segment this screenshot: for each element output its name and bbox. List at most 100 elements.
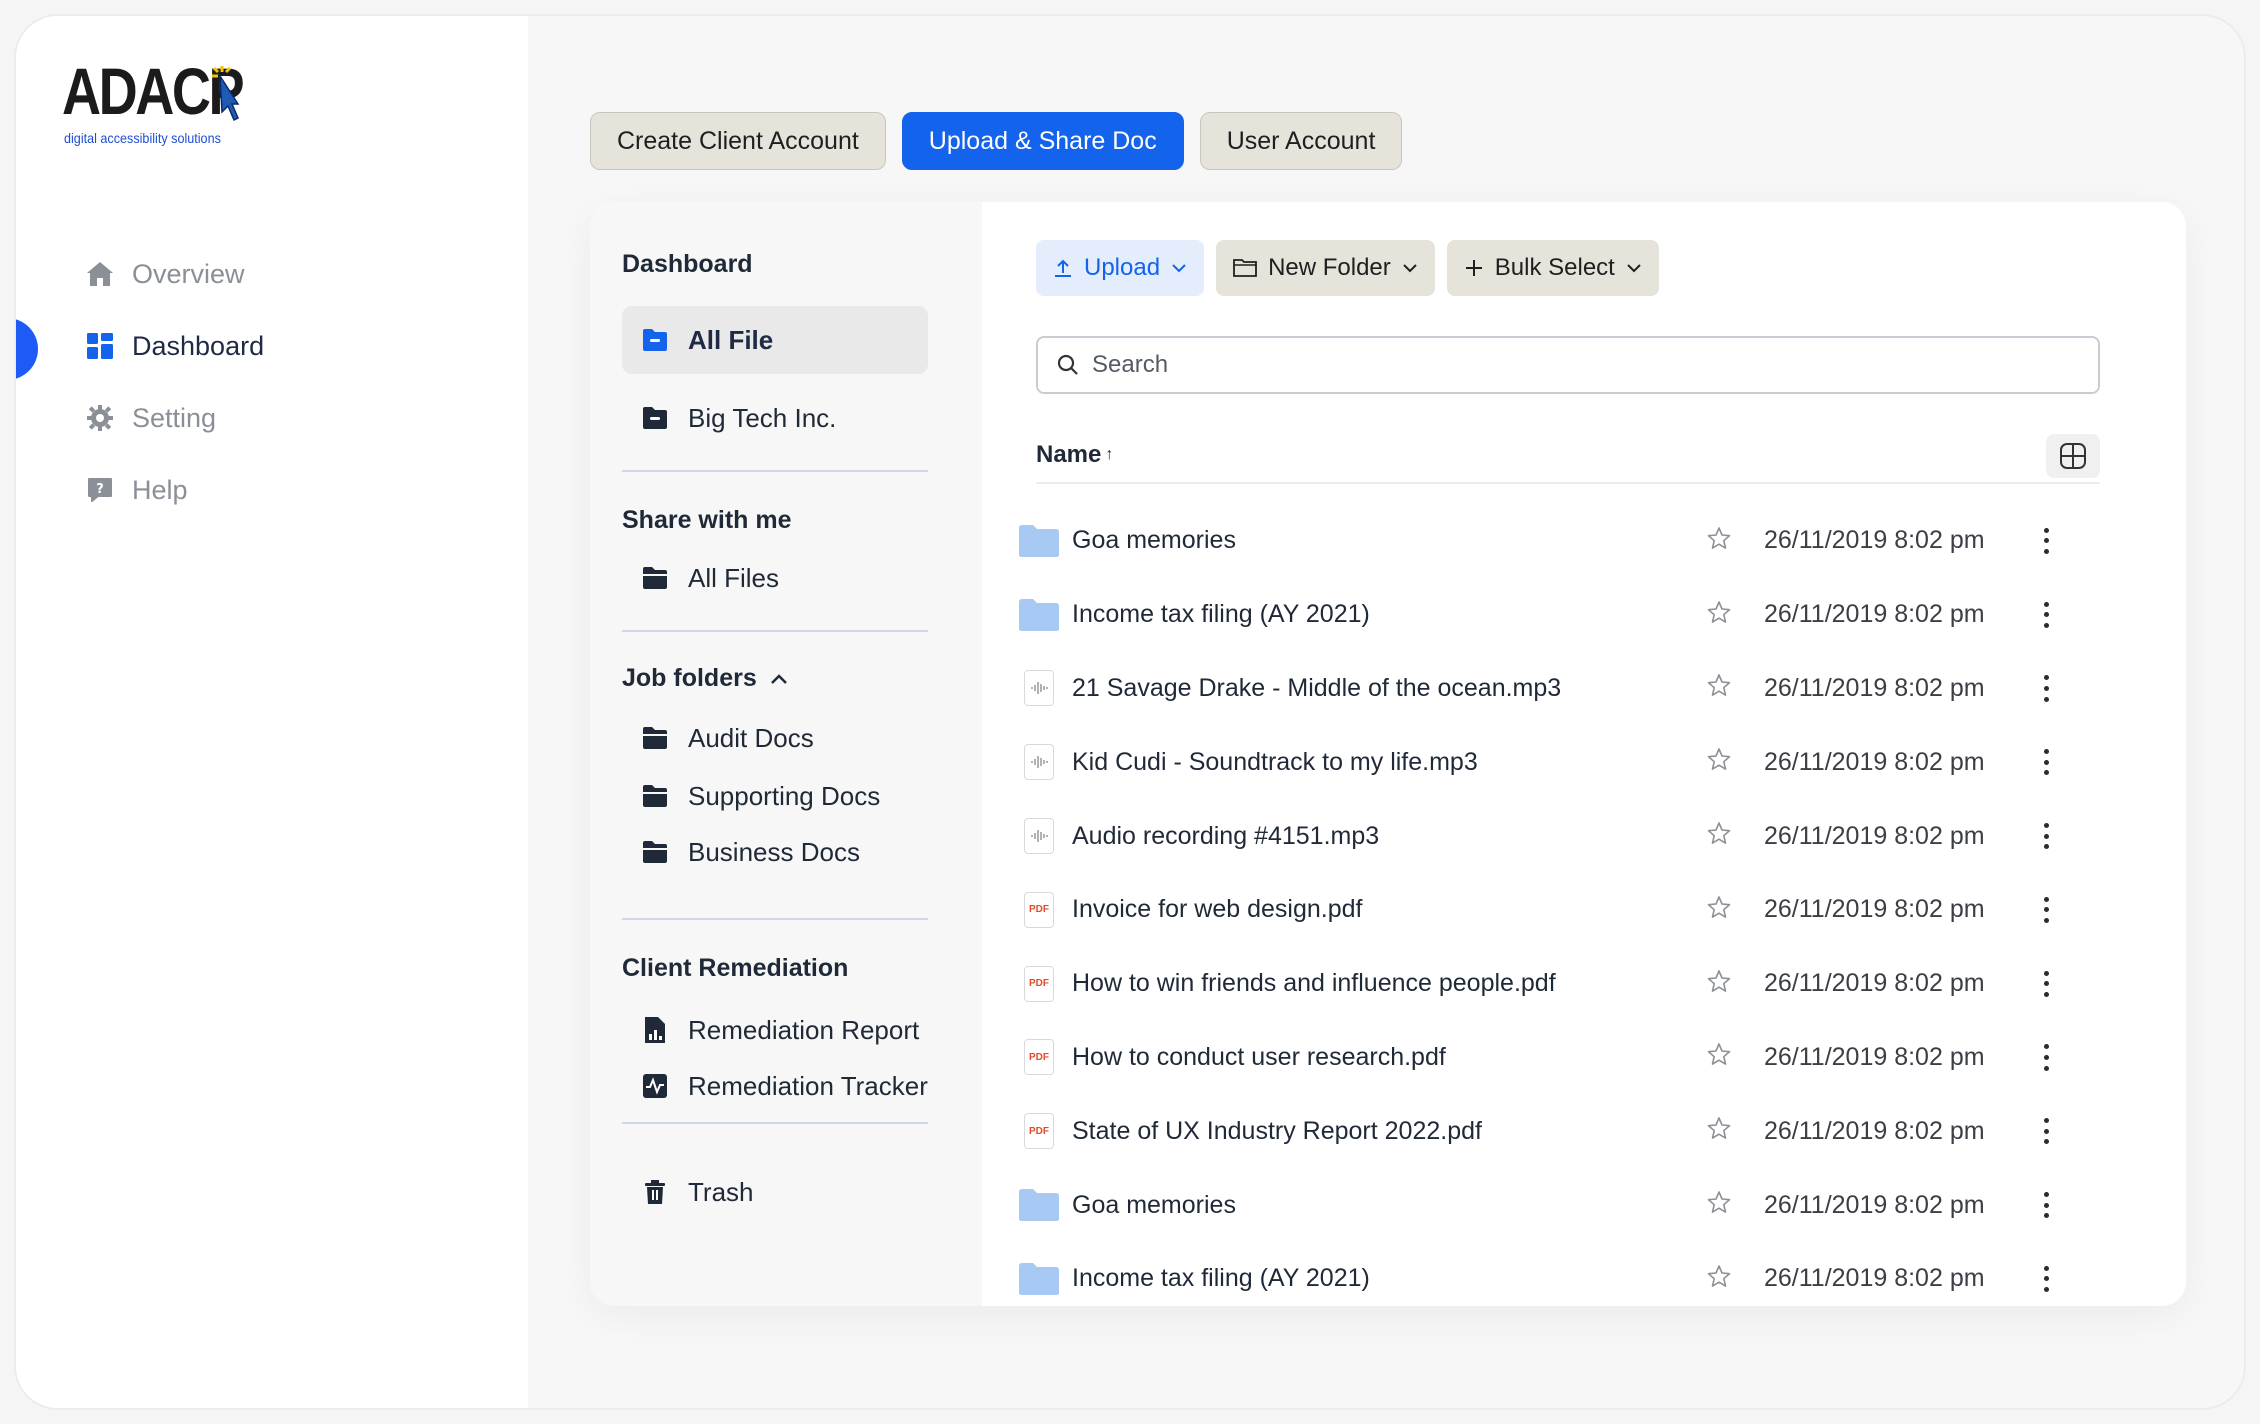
more-options-icon[interactable] bbox=[2036, 525, 2056, 557]
file-row[interactable]: PDF Invoice for web design.pdf 26/11/2019 … bbox=[1018, 873, 2118, 947]
pdf-file-icon: PDF bbox=[1018, 1113, 1060, 1150]
file-row[interactable]: Goa memories 26/11/2019 8:02 pm bbox=[1018, 1168, 2118, 1242]
file-row[interactable]: Kid Cudi - Soundtrack to my life.mp3 26/1… bbox=[1018, 725, 2118, 799]
folder-panel: Dashboard All File Big Tech Inc. Share w… bbox=[590, 202, 982, 1306]
file-name[interactable]: How to conduct user research.pdf bbox=[1072, 1043, 1732, 1072]
file-name[interactable]: Goa memories bbox=[1072, 526, 1732, 555]
nav-label-overview: Overview bbox=[132, 258, 245, 289]
more-options-icon[interactable] bbox=[2036, 1189, 2056, 1221]
logo[interactable]: ADACP digital accessibility solutions bbox=[62, 56, 262, 156]
file-name[interactable]: Income tax filing (AY 2021) bbox=[1072, 1264, 1732, 1293]
file-name[interactable]: Audio recording #4151.mp3 bbox=[1072, 822, 1732, 851]
home-icon bbox=[84, 258, 116, 290]
folder-icon bbox=[1018, 1187, 1060, 1223]
file-name[interactable]: How to win friends and influence people.… bbox=[1072, 969, 1732, 998]
user-account-button[interactable]: User Account bbox=[1199, 112, 1403, 170]
more-options-icon[interactable] bbox=[2036, 820, 2056, 852]
file-row[interactable]: PDF How to win friends and influence peop… bbox=[1018, 947, 2118, 1021]
file-name[interactable]: Kid Cudi - Soundtrack to my life.mp3 bbox=[1072, 748, 1732, 777]
search-box[interactable] bbox=[1036, 336, 2100, 394]
nav-label-help: Help bbox=[132, 474, 188, 505]
folder-business-docs[interactable]: Business Docs bbox=[622, 818, 928, 886]
star-icon[interactable] bbox=[1706, 599, 1732, 630]
gear-icon bbox=[84, 402, 116, 434]
more-options-icon[interactable] bbox=[2036, 968, 2056, 1000]
more-options-icon[interactable] bbox=[2036, 1115, 2056, 1147]
file-date: 26/11/2019 8:02 pm bbox=[1764, 600, 1985, 629]
search-icon bbox=[1057, 354, 1078, 375]
active-indicator bbox=[16, 318, 38, 380]
star-icon[interactable] bbox=[1706, 821, 1732, 852]
audio-file-icon bbox=[1018, 670, 1060, 707]
file-name[interactable]: 21 Savage Drake - Middle of the ocean.mp… bbox=[1072, 674, 1732, 703]
divider bbox=[622, 918, 928, 920]
create-client-account-button[interactable]: Create Client Account bbox=[590, 112, 886, 170]
folder-big-tech[interactable]: Big Tech Inc. bbox=[622, 384, 928, 452]
folder-label: Audit Docs bbox=[688, 722, 814, 753]
more-options-icon[interactable] bbox=[2036, 672, 2056, 704]
more-options-icon[interactable] bbox=[2036, 894, 2056, 926]
upload-share-doc-button[interactable]: Upload & Share Doc bbox=[901, 112, 1184, 170]
file-date: 26/11/2019 8:02 pm bbox=[1764, 1116, 1985, 1145]
star-icon[interactable] bbox=[1706, 1116, 1732, 1147]
file-row[interactable]: Income tax filing (AY 2021) 26/11/2019 8:… bbox=[1018, 578, 2118, 652]
more-options-icon[interactable] bbox=[2036, 746, 2056, 778]
star-icon[interactable] bbox=[1706, 1190, 1732, 1221]
file-name[interactable]: Income tax filing (AY 2021) bbox=[1072, 600, 1732, 629]
upload-icon bbox=[1055, 259, 1071, 277]
chevron-up-icon bbox=[770, 673, 787, 684]
more-options-icon[interactable] bbox=[2036, 1263, 2056, 1295]
bulk-select-dropdown-button[interactable]: Bulk Select bbox=[1446, 240, 1659, 296]
nav-label-dashboard: Dashboard bbox=[132, 330, 265, 361]
file-date: 26/11/2019 8:02 pm bbox=[1764, 969, 1985, 998]
pdf-file-icon: PDF bbox=[1018, 1039, 1060, 1076]
star-icon[interactable] bbox=[1706, 673, 1732, 704]
file-name[interactable]: State of UX Industry Report 2022.pdf bbox=[1072, 1117, 1732, 1146]
logo-tagline: digital accessibility solutions bbox=[64, 130, 221, 146]
file-row[interactable]: PDF State of UX Industry Report 2022.pdf 2… bbox=[1018, 1094, 2118, 1168]
activity-chart-icon bbox=[640, 1071, 670, 1101]
star-icon[interactable] bbox=[1706, 968, 1732, 999]
star-icon[interactable] bbox=[1706, 747, 1732, 778]
more-options-icon[interactable] bbox=[2036, 1041, 2056, 1073]
star-icon[interactable] bbox=[1706, 525, 1732, 556]
nav-item-setting[interactable]: Setting bbox=[16, 382, 528, 454]
upload-dropdown-button[interactable]: Upload bbox=[1036, 240, 1205, 296]
sort-arrow-icon[interactable]: ↑ bbox=[1105, 446, 1113, 464]
star-icon[interactable] bbox=[1706, 894, 1732, 925]
file-list-panel: Upload New Folder Bulk Select Search Nam… bbox=[982, 202, 2186, 1306]
nav-item-help[interactable]: ? Help bbox=[16, 454, 528, 526]
upload-label: Upload bbox=[1084, 254, 1161, 281]
remediation-tracker-item[interactable]: Remediation Tracker bbox=[622, 1052, 928, 1120]
new-folder-dropdown-button[interactable]: New Folder bbox=[1216, 240, 1435, 296]
folder-icon bbox=[640, 403, 670, 433]
chevron-down-icon bbox=[1403, 264, 1417, 273]
item-label: Trash bbox=[688, 1176, 754, 1207]
folder-icon bbox=[640, 723, 670, 753]
job-folders-toggle[interactable]: Job folders bbox=[622, 664, 789, 693]
file-row[interactable]: 21 Savage Drake - Middle of the ocean.mp… bbox=[1018, 652, 2118, 726]
bulk-select-label: Bulk Select bbox=[1494, 254, 1615, 281]
job-section-title: Job folders bbox=[622, 664, 757, 692]
name-column-header[interactable]: Name bbox=[1036, 441, 1101, 469]
chevron-down-icon bbox=[1172, 264, 1186, 273]
item-label: Remediation Report bbox=[688, 1014, 920, 1045]
trash-item[interactable]: Trash bbox=[622, 1158, 928, 1226]
file-row[interactable]: Audio recording #4151.mp3 26/11/2019 8:02… bbox=[1018, 799, 2118, 873]
nav-item-dashboard[interactable]: Dashboard bbox=[16, 310, 528, 382]
more-options-icon[interactable] bbox=[2036, 599, 2056, 631]
star-icon[interactable] bbox=[1706, 1042, 1732, 1073]
file-name[interactable]: Goa memories bbox=[1072, 1191, 1732, 1220]
folder-all-file[interactable]: All File bbox=[622, 306, 928, 374]
file-row[interactable]: Goa memories 26/11/2019 8:02 pm bbox=[1018, 504, 2118, 578]
grid-view-button[interactable] bbox=[2046, 434, 2100, 478]
file-date: 26/11/2019 8:02 pm bbox=[1764, 1042, 1985, 1071]
folder-shared-all-files[interactable]: All Files bbox=[622, 544, 928, 612]
file-row[interactable]: Income tax filing (AY 2021) 26/11/2019 8:… bbox=[1018, 1242, 2118, 1306]
search-input[interactable] bbox=[1092, 351, 1992, 379]
file-row[interactable]: PDF How to conduct user research.pdf 26/11… bbox=[1018, 1021, 2118, 1095]
sidebar: ADACP digital accessibility solutions Ov… bbox=[16, 16, 528, 1408]
star-icon[interactable] bbox=[1706, 1263, 1732, 1294]
nav-item-overview[interactable]: Overview bbox=[16, 238, 528, 310]
file-name[interactable]: Invoice for web design.pdf bbox=[1072, 895, 1732, 924]
